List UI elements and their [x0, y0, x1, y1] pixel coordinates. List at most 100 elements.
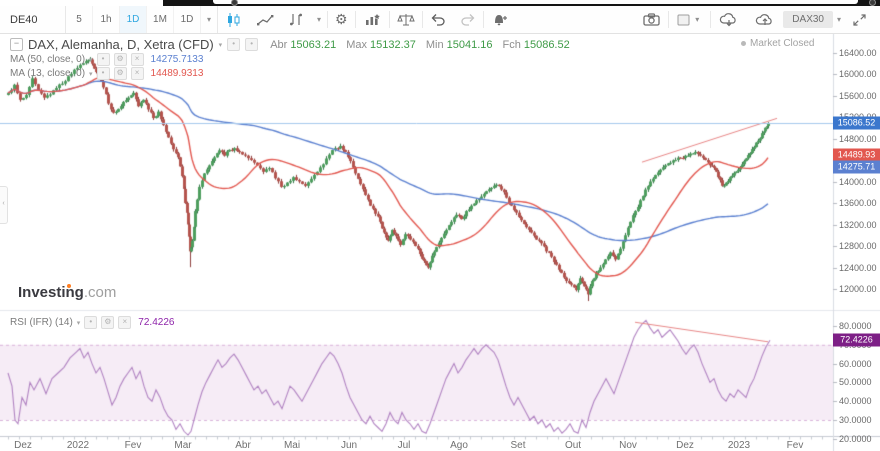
legend-eye-icon[interactable]: • — [227, 38, 240, 51]
rsi-tick-label: 80.0000 — [839, 321, 872, 331]
legend-caret-icon[interactable]: ▾ — [219, 41, 223, 49]
price-tick-label: 12400.00 — [839, 263, 877, 273]
ma-legend-row-0: MA (50, close, 0)▾•⚙×14275.7133 — [10, 53, 203, 66]
rsi-eye-icon[interactable]: • — [84, 316, 97, 329]
rsi-close-icon[interactable]: × — [118, 316, 131, 329]
price-tick-label: 13600.00 — [839, 198, 877, 208]
rsi-tag: 72.4226 — [833, 334, 880, 347]
rsi-settings-icon[interactable]: ⚙ — [101, 316, 114, 329]
price-tick-label: 12800.00 — [839, 241, 877, 251]
price-axis[interactable]: 16800.0016400.0016000.0015600.0015200.00… — [833, 0, 880, 451]
ohlc-max: Max15132.37 — [346, 39, 416, 51]
interval-1h-1[interactable]: 1h — [93, 6, 120, 33]
time-label-fev: Fev — [787, 440, 804, 451]
toolbar-right-group: ▾ DAX30 ▾ — [635, 6, 880, 33]
layout-caret: ▾ — [695, 15, 699, 24]
ma-settings-icon[interactable]: ⚙ — [114, 53, 127, 66]
rsi-tick-label: 40.0000 — [839, 396, 872, 406]
time-label-dez: Dez — [676, 440, 694, 451]
brand-orange-dot — [67, 284, 71, 288]
ohlc-min: Min15041.16 — [426, 39, 493, 51]
fullscreen-icon — [852, 13, 867, 27]
ma-caret-icon[interactable]: ▾ — [89, 56, 93, 64]
pane-collapse-handle[interactable]: ‹ — [0, 186, 8, 224]
time-label-set: Set — [510, 440, 525, 451]
chart-type-candles-button[interactable] — [218, 6, 249, 33]
redo-button[interactable] — [453, 6, 483, 33]
style-caret[interactable]: ▾ — [311, 6, 327, 33]
ma-eye-icon[interactable]: • — [97, 53, 110, 66]
time-axis[interactable]: Dez2022FevMarAbrMaiJunJulAgoSetOutNovDez… — [0, 437, 833, 451]
rsi-tick-label: 50.0000 — [839, 377, 872, 387]
layout-square-icon — [676, 13, 691, 27]
ma-settings-icon[interactable]: ⚙ — [114, 67, 127, 80]
time-label-jun: Jun — [341, 440, 357, 451]
compare-scales-icon — [397, 12, 415, 27]
template-chip[interactable]: DAX30 — [783, 11, 833, 28]
market-status-label: Market Closed — [750, 38, 814, 49]
camera-icon — [642, 12, 661, 27]
time-label-ago: Ago — [450, 440, 468, 451]
alert-bell-icon — [491, 12, 509, 27]
interval-1d-2[interactable]: 1D — [120, 6, 147, 33]
rsi-caret-icon[interactable]: ▾ — [77, 319, 81, 327]
brand-watermark: Investing.com — [18, 284, 116, 301]
trading-chart-app: DE40 51h1D1M1D ▾ ▾ — [0, 0, 880, 451]
time-label-abr: Abr — [235, 440, 251, 451]
ma-close-icon[interactable]: × — [131, 67, 144, 80]
template-caret[interactable]: ▾ — [837, 15, 841, 24]
save-chart-button[interactable] — [747, 6, 783, 33]
interval-group: 51h1D1M1D — [66, 6, 201, 33]
market-status: Market Closed — [741, 38, 814, 49]
ma-close-icon[interactable]: × — [131, 53, 144, 66]
bar-style-button[interactable] — [281, 6, 311, 33]
compare-button[interactable] — [390, 6, 422, 33]
time-label-dez: Dez — [14, 440, 32, 451]
interval-1d-4[interactable]: 1D — [174, 6, 201, 33]
trend-line-tool-button[interactable] — [249, 6, 281, 33]
rsi-tick-label: 20.0000 — [839, 434, 872, 444]
symbol-legend: − DAX, Alemanha, D, Xetra (CFD) ▾ • • Ab… — [10, 37, 570, 52]
chart-toolbar: DE40 51h1D1M1D ▾ ▾ — [0, 6, 880, 34]
interval-5-0[interactable]: 5 — [66, 6, 93, 33]
price-tick-label: 12000.00 — [839, 284, 877, 294]
price-tick-label: 14800.00 — [839, 134, 877, 144]
time-label-mar: Mar — [174, 440, 191, 451]
ma-value: 14489.9313 — [151, 68, 204, 79]
alert-button[interactable] — [484, 6, 516, 33]
cloud-save-icon — [754, 12, 776, 27]
ma-value: 14275.7133 — [151, 54, 204, 65]
ohlc-values: Abr15063.21Max15132.37Min15041.16Fch1508… — [270, 39, 570, 51]
indicators-button[interactable] — [356, 6, 389, 33]
load-chart-button[interactable] — [711, 6, 747, 33]
time-label-jul: Jul — [398, 440, 411, 451]
settings-gear-icon: ⚙ — [335, 11, 348, 28]
price-tick-label: 16400.00 — [839, 48, 877, 58]
rsi-value: 72.4226 — [138, 317, 174, 328]
time-label-2022: 2022 — [67, 440, 89, 451]
redo-icon — [460, 13, 476, 26]
brand-name: Investing — [18, 284, 84, 301]
browser-avatar-dot-right — [869, 0, 876, 6]
time-label-2023: 2023 — [728, 440, 750, 451]
rsi-legend: RSI (IFR) (14) ▾ • ⚙ × 72.4226 — [10, 316, 174, 329]
ma-caret-icon[interactable]: ▾ — [89, 70, 93, 78]
layout-button[interactable]: ▾ — [669, 6, 710, 33]
price-tick-label: 15600.00 — [839, 91, 877, 101]
trend-line-icon — [256, 13, 274, 27]
browser-top-strip — [163, 0, 880, 6]
interval-dropdown-caret[interactable]: ▾ — [201, 6, 218, 33]
undo-button[interactable] — [423, 6, 453, 33]
interval-1m-3[interactable]: 1M — [147, 6, 174, 33]
price-tick-label: 14000.00 — [839, 177, 877, 187]
legend-collapse-icon[interactable]: − — [10, 38, 23, 51]
ma-eye-icon[interactable]: • — [97, 67, 110, 80]
settings-button[interactable]: ⚙ — [328, 6, 355, 33]
snapshot-button[interactable] — [635, 6, 668, 33]
symbol-search-input[interactable]: DE40 — [0, 6, 66, 33]
ohlc-abr: Abr15063.21 — [270, 39, 336, 51]
brand-suffix: .com — [84, 284, 117, 301]
fullscreen-button[interactable] — [845, 6, 874, 33]
legend-settings-icon[interactable]: • — [245, 38, 258, 51]
indicators-icon — [363, 12, 382, 27]
